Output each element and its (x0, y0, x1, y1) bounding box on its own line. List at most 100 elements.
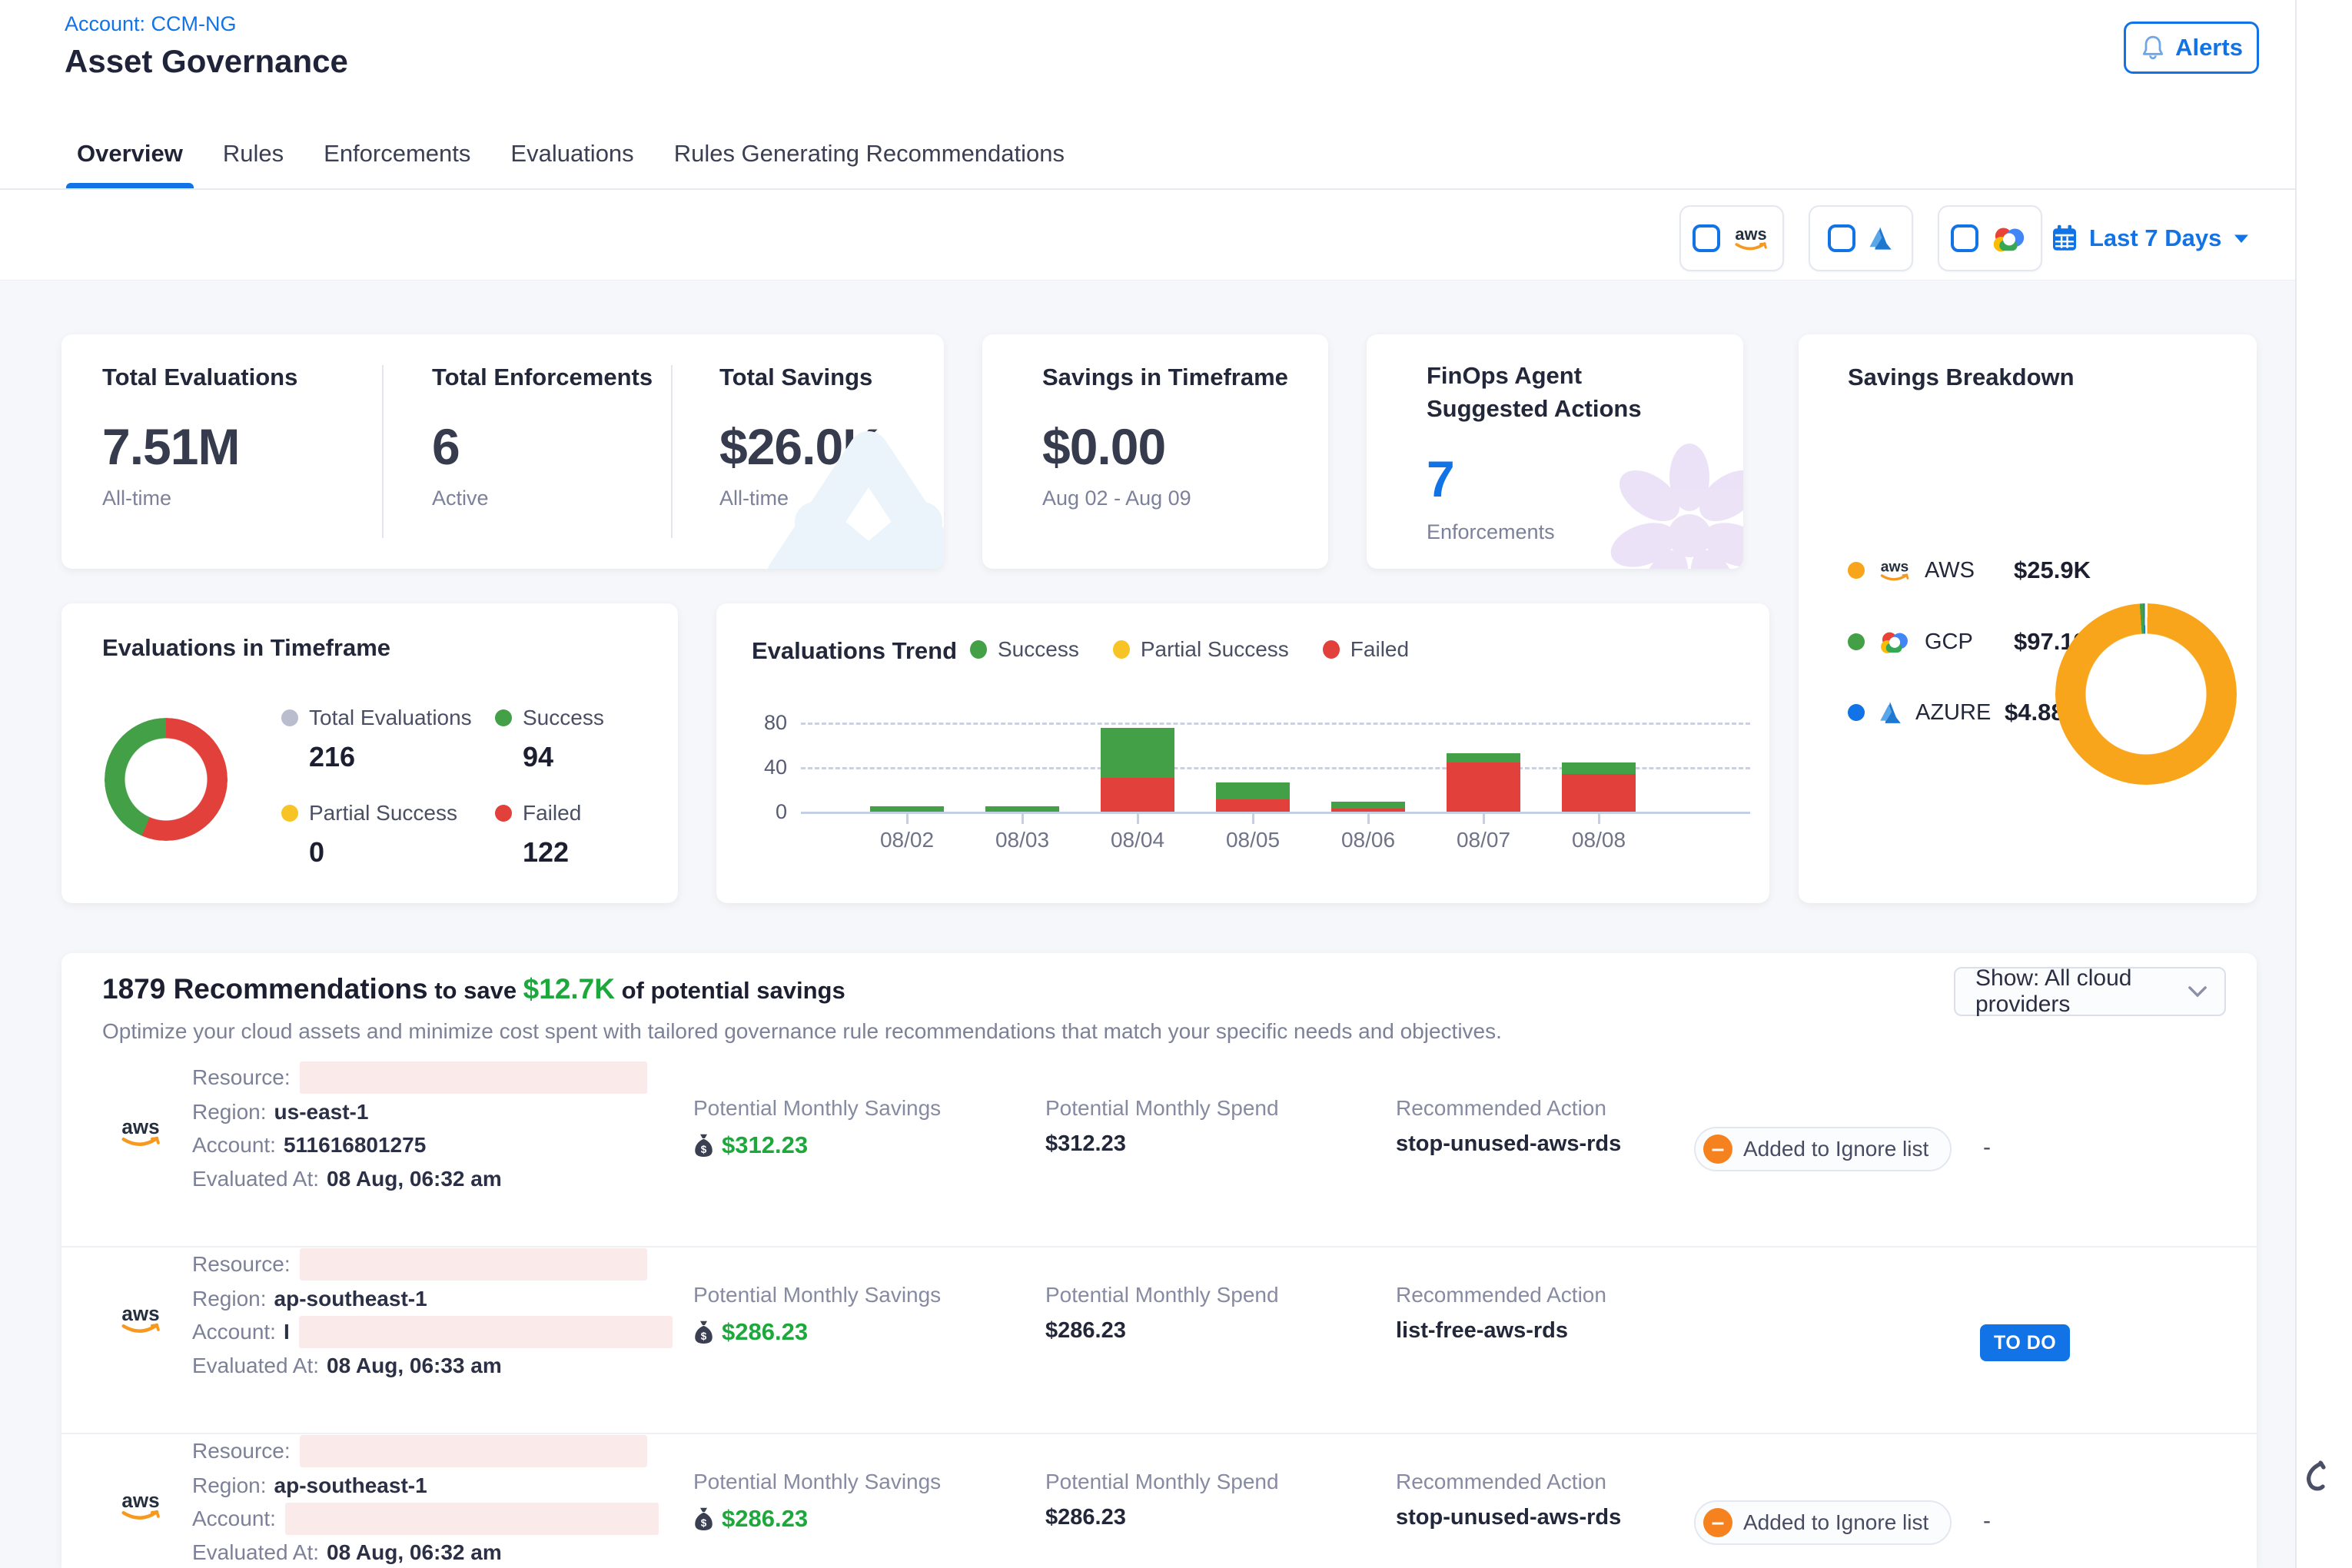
recommendation-row[interactable]: awsResource:Region:ap-southeast-1Account… (61, 1434, 2257, 1568)
svg-text:aws: aws (1881, 560, 1909, 576)
recommendations-headline: 1879 Recommendations to save $12.7K of p… (102, 973, 845, 1005)
evaluated-line: Evaluated At:08 Aug, 06:32 am (192, 1162, 502, 1196)
evals-legend-value: 216 (309, 741, 472, 773)
trend-bar-08/08-failed (1562, 774, 1636, 812)
region-label: Region: (192, 1473, 267, 1498)
savings-in-timeframe-value: $0.00 (1042, 417, 1165, 476)
potential-monthly-savings-label: Potential Monthly Savings (693, 1283, 941, 1307)
added-to-ignore-list-pill[interactable]: –Added to Ignore list (1694, 1500, 1952, 1545)
kpi-sub: Active (432, 487, 489, 510)
kpi-label: Total Savings (719, 364, 872, 391)
provider-filter-azure[interactable] (1809, 205, 1913, 271)
potential-monthly-spend: $312.23 (1045, 1131, 1126, 1157)
x-axis-tick (906, 812, 909, 824)
added-to-ignore-list-pill[interactable]: –Added to Ignore list (1694, 1127, 1952, 1171)
tab-rules[interactable]: Rules (223, 119, 284, 188)
provider-filter-gcp[interactable] (1938, 205, 2042, 271)
trend-legend-item: Failed (1323, 637, 1409, 662)
account-value: I (284, 1320, 290, 1344)
x-axis-tick-label: 08/05 (1199, 828, 1307, 852)
svg-text:aws: aws (121, 1302, 159, 1325)
potential-monthly-savings-value: $312.23 (722, 1131, 808, 1159)
potential-monthly-savings: $ $312.23 (693, 1131, 808, 1159)
finops-suggested-actions-count: 7 (1427, 450, 1455, 508)
trend-bar-08/08-success (1562, 762, 1636, 774)
potential-monthly-savings: $$286.23 (693, 1318, 808, 1346)
x-axis-tick (1137, 812, 1139, 824)
tabs-bar: Overview Rules Enforcements Evaluations Rule… (0, 119, 2295, 190)
gcp-checkbox[interactable] (1951, 224, 1978, 252)
kpi-total-enforcements: Total Enforcements6Active (382, 334, 671, 569)
account-value: 511616801275 (284, 1133, 426, 1158)
svg-text:aws: aws (121, 1489, 159, 1512)
evaluations-timeframe-donut (105, 718, 228, 841)
recommended-action: stop-unused-aws-rds (1396, 1131, 1621, 1157)
trend-bar-08/07-failed (1447, 762, 1520, 812)
todo-status-badge: TO DO (1980, 1324, 2070, 1361)
azure-checkbox[interactable] (1828, 224, 1855, 252)
edit-pencil-icon[interactable] (2304, 1460, 2326, 1501)
savings-in-timeframe-card: Savings in Timeframe $0.00 Aug 02 - Aug … (982, 334, 1328, 569)
tab-enforcements[interactable]: Enforcements (324, 119, 470, 188)
date-range-selector[interactable]: Last 7 Days (2051, 205, 2251, 271)
recommended-action-label: Recommended Action (1396, 1470, 1606, 1494)
evaluated-line: Evaluated At:08 Aug, 06:32 am (192, 1536, 502, 1568)
evaluated-at-label: Evaluated At: (192, 1540, 319, 1565)
recommended-action: stop-unused-aws-rds (1396, 1505, 1621, 1530)
trend-bar-08/04-failed (1101, 778, 1174, 812)
evaluated-at-value: 08 Aug, 06:33 am (327, 1354, 502, 1378)
money-bag-icon: $ (693, 1320, 714, 1344)
x-axis-tick (1252, 812, 1254, 824)
x-axis-tick-label: 08/04 (1084, 828, 1191, 852)
minus-circle-icon: – (1703, 1508, 1732, 1537)
provider-filter-aws[interactable]: aws (1679, 205, 1784, 271)
status-pill-label: Added to Ignore list (1743, 1510, 1928, 1535)
cloud-provider-filter-dropdown[interactable]: Show: All cloud providers (1954, 967, 2226, 1016)
evals-legend-item: Partial Success0 (281, 801, 457, 869)
card-title: Evaluations Trend (752, 637, 957, 665)
recommendation-row[interactable]: awsResource:Region:ap-southeast-1Account… (61, 1247, 2257, 1434)
x-axis-tick (1022, 812, 1024, 824)
alerts-button[interactable]: Alerts (2124, 22, 2259, 74)
potential-monthly-savings-label: Potential Monthly Savings (693, 1096, 941, 1121)
gcp-logo-icon (1877, 627, 1912, 656)
card-title: Savings in Timeframe (1042, 364, 1288, 391)
potential-monthly-savings-label: Potential Monthly Savings (693, 1470, 941, 1494)
legend-color-dot (495, 805, 512, 822)
y-axis-tick-label: 80 (738, 709, 787, 736)
breakdown-legend-item: awsAWS$25.9K (1848, 550, 2091, 590)
tab-evaluations[interactable]: Evaluations (510, 119, 633, 188)
evaluated-at-value: 08 Aug, 06:32 am (327, 1167, 502, 1191)
breakdown-provider-name: GCP (1925, 630, 2002, 655)
potential-monthly-spend-value: $312.23 (1045, 1131, 1126, 1157)
legend-color-dot (281, 805, 298, 822)
money-bag-icon: $ (693, 1133, 714, 1158)
recommendation-row[interactable]: awsResource:Region:us-east-1Account:5116… (61, 1061, 2257, 1247)
breakdown-legend-item: GCP$97.19 (1848, 622, 2087, 662)
flower-watermark (1597, 434, 1743, 569)
status-pill-label: Added to Ignore list (1743, 1137, 1928, 1161)
right-rail (2295, 0, 2352, 1568)
empty-value-dash: - (1983, 1134, 1991, 1161)
account-breadcrumb-link[interactable]: Account: CCM-NG (65, 12, 237, 36)
legend-color-dot (281, 709, 298, 726)
money-bag-icon: $ (693, 1507, 714, 1531)
svg-text:$: $ (701, 1144, 707, 1155)
recommended-action-label: Recommended Action (1396, 1096, 1606, 1121)
account-line: Account:511616801275 (192, 1128, 426, 1162)
potential-monthly-spend: $286.23 (1045, 1505, 1126, 1530)
kpi-value: 6 (432, 417, 460, 476)
legend-color-dot (1848, 704, 1865, 721)
empty-value-dash: - (1983, 1508, 1991, 1534)
tab-rules-generating-recommendations[interactable]: Rules Generating Recommendations (674, 119, 1065, 188)
potential-monthly-spend-label: Potential Monthly Spend (1045, 1096, 1279, 1121)
trend-bar-08/06-success (1331, 802, 1405, 809)
finops-card-sub: Enforcements (1427, 520, 1555, 544)
legend-color-dot (1848, 562, 1865, 579)
chevron-down-icon (2188, 985, 2207, 998)
bell-icon (2140, 34, 2166, 61)
page-title: Asset Governance (65, 43, 348, 80)
aws-checkbox[interactable] (1693, 224, 1720, 252)
tab-overview[interactable]: Overview (77, 119, 183, 188)
kpi-sub: All-time (102, 487, 171, 510)
